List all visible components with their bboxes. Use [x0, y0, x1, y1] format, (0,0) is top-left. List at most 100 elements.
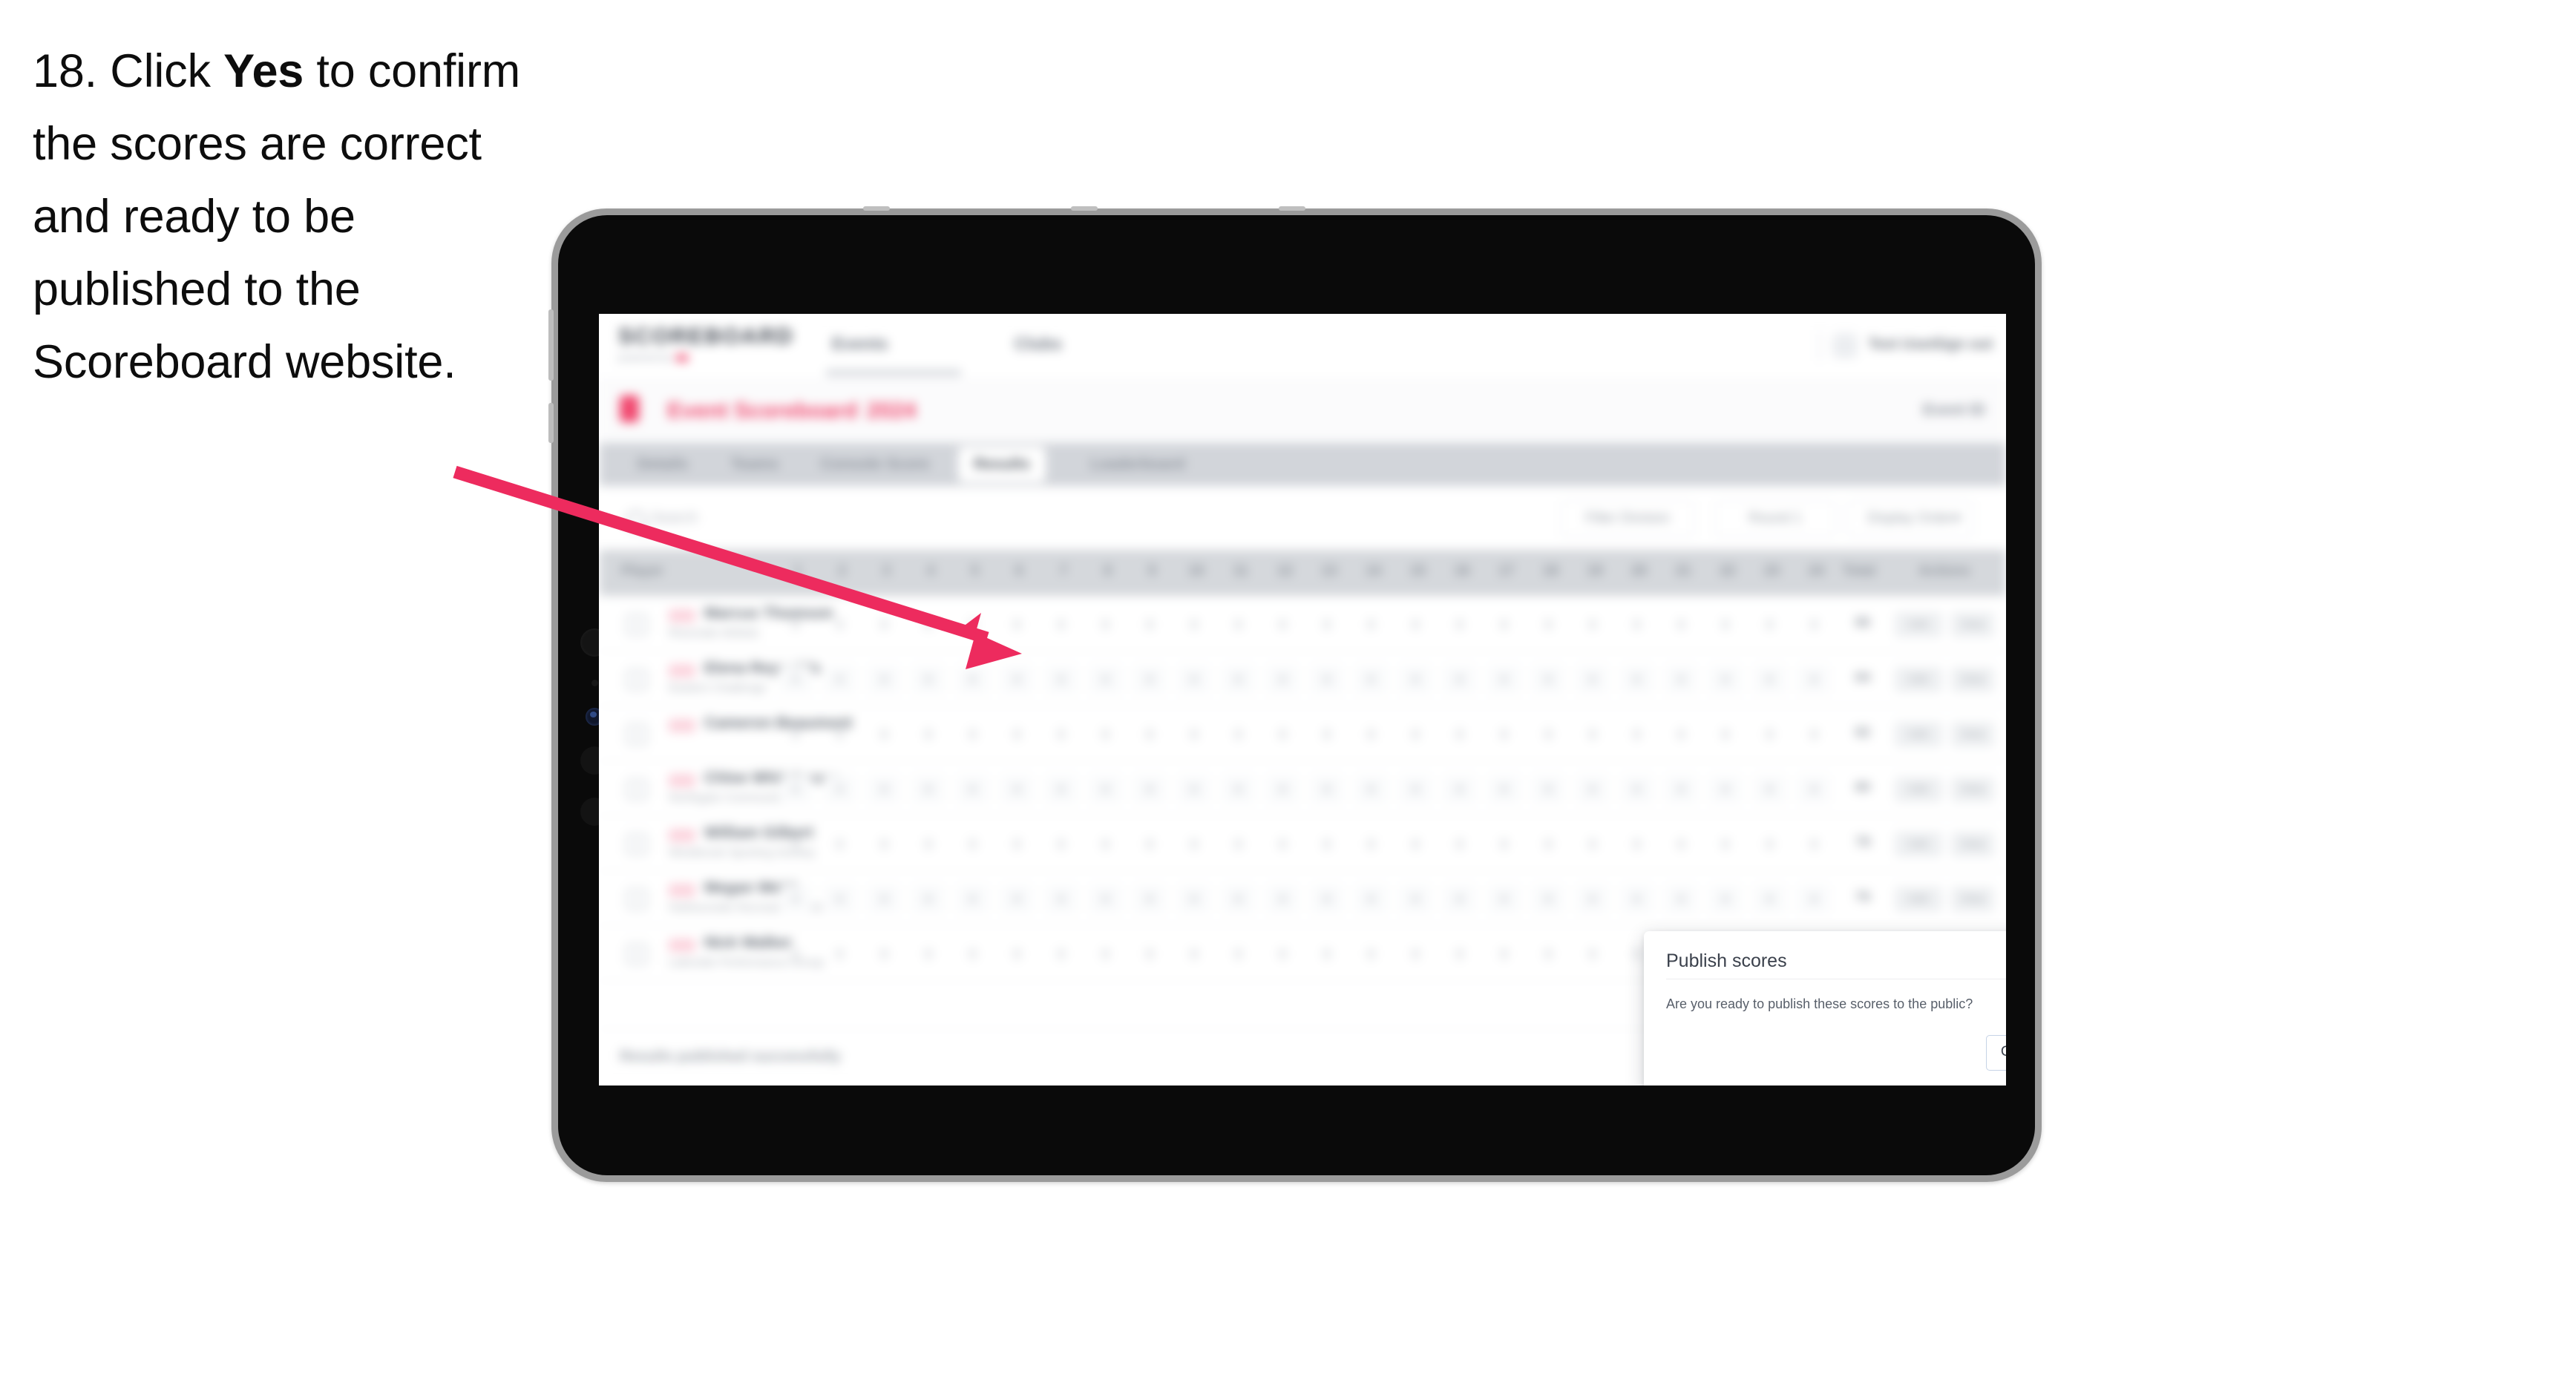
score-cell[interactable]: 0 [1665, 666, 1698, 694]
score-cell[interactable]: 0 [783, 615, 808, 634]
score-cell[interactable]: 0 [827, 725, 853, 744]
score-cell[interactable]: 0 [916, 945, 941, 964]
score-cell[interactable]: 0 [960, 835, 986, 854]
score-cell[interactable]: 0 [823, 775, 856, 804]
score-cell[interactable]: 0 [1182, 945, 1207, 964]
score-cell[interactable]: 0 [1576, 885, 1609, 913]
score-cell[interactable]: 0 [1182, 725, 1207, 744]
score-cell[interactable]: 0 [1226, 615, 1251, 634]
score-cell[interactable]: 0 [1311, 775, 1343, 804]
score-cell[interactable]: 0 [1532, 666, 1565, 694]
score-cell[interactable]: 0 [1270, 835, 1295, 854]
filter-round-select[interactable]: Round 1 [1715, 501, 1835, 536]
score-cell[interactable]: 0 [1447, 835, 1472, 854]
row-view-button[interactable]: View [1951, 667, 1994, 692]
score-cell[interactable]: 0 [1620, 775, 1654, 804]
score-cell[interactable]: 0 [1492, 615, 1517, 634]
score-cell[interactable]: 0 [1354, 666, 1388, 694]
score-cell[interactable]: 0 [1753, 666, 1786, 694]
score-cell[interactable]: 0 [1004, 615, 1029, 634]
score-cell[interactable]: 0 [912, 885, 945, 913]
score-cell[interactable]: 0 [1314, 945, 1340, 964]
score-cell[interactable]: 0 [1222, 775, 1255, 804]
score-cell[interactable]: 0 [1226, 725, 1251, 744]
score-cell[interactable]: 0 [1753, 885, 1786, 913]
score-cell[interactable]: 0 [1045, 885, 1078, 913]
row-edit-button[interactable]: Edit [1895, 722, 1942, 747]
score-cell[interactable]: 0 [1182, 835, 1207, 854]
score-cell[interactable]: 0 [1270, 725, 1295, 744]
score-cell[interactable]: 0 [779, 666, 812, 694]
score-cell[interactable]: 0 [1668, 725, 1694, 744]
score-cell[interactable]: 0 [912, 666, 945, 694]
score-cell[interactable]: 0 [956, 885, 989, 913]
score-cell[interactable]: 0 [1403, 835, 1428, 854]
score-cell[interactable]: 0 [1314, 615, 1340, 634]
score-cell[interactable]: 0 [1620, 666, 1654, 694]
row-checkbox[interactable] [626, 669, 648, 691]
table-row[interactable]: Elena Reynolds Eastern Challenge 0 0 0 0 0 0 0 0 0… [599, 651, 2006, 706]
score-cell[interactable]: 0 [1536, 835, 1561, 854]
score-cell[interactable]: 0 [1665, 885, 1698, 913]
score-cell[interactable]: 0 [1133, 885, 1167, 913]
score-cell[interactable]: 0 [1668, 835, 1694, 854]
score-cell[interactable]: 0 [1314, 835, 1340, 854]
row-edit-button[interactable]: Edit [1895, 777, 1942, 802]
score-cell[interactable]: 0 [1576, 775, 1609, 804]
score-cell[interactable]: 0 [827, 615, 853, 634]
score-cell[interactable]: 0 [1000, 666, 1034, 694]
score-cell[interactable]: 0 [1137, 615, 1162, 634]
score-cell[interactable]: 0 [1625, 835, 1650, 854]
score-cell[interactable]: 0 [1399, 885, 1432, 913]
score-cell[interactable]: 0 [960, 945, 986, 964]
score-cell[interactable]: 0 [1049, 945, 1074, 964]
score-cell[interactable]: 0 [1757, 615, 1783, 634]
score-cell[interactable]: 0 [1532, 885, 1565, 913]
row-view-button[interactable]: View [1951, 887, 1994, 912]
score-cell[interactable]: 0 [1222, 666, 1255, 694]
score-cell[interactable]: 0 [916, 835, 941, 854]
score-cell[interactable]: 0 [1668, 615, 1694, 634]
row-view-button[interactable]: View [1951, 722, 1994, 747]
table-row[interactable]: Chloe Whitehouse Northgate Community Club… [599, 761, 2006, 816]
score-cell[interactable]: 0 [1625, 725, 1650, 744]
score-cell[interactable]: 0 [868, 666, 901, 694]
score-cell[interactable]: 0 [1801, 615, 1826, 634]
table-row[interactable]: Cameron Beaumont 0 0 0 0 0 0 0 0 0 0 0 0 0 0 0 0 0 0 0 0 0 0 0 0… [599, 706, 2006, 761]
score-cell[interactable]: 0 [1399, 775, 1432, 804]
score-cell[interactable]: 0 [1000, 885, 1034, 913]
score-cell[interactable]: 0 [827, 945, 853, 964]
score-cell[interactable]: 0 [871, 615, 897, 634]
score-cell[interactable]: 0 [1443, 775, 1476, 804]
score-cell[interactable]: 0 [1709, 666, 1742, 694]
score-cell[interactable]: 0 [1359, 835, 1384, 854]
score-cell[interactable]: 0 [1354, 885, 1388, 913]
score-cell[interactable]: 0 [1403, 945, 1428, 964]
score-cell[interactable]: 0 [871, 835, 897, 854]
score-cell[interactable]: 0 [956, 666, 989, 694]
score-cell[interactable]: 0 [1089, 775, 1122, 804]
score-cell[interactable]: 0 [1004, 725, 1029, 744]
score-cell[interactable]: 0 [1359, 725, 1384, 744]
tab-console-score[interactable]: Console Score [810, 452, 940, 477]
row-view-button[interactable]: View [1951, 612, 1994, 637]
score-cell[interactable]: 0 [1801, 835, 1826, 854]
score-cell[interactable]: 0 [1757, 725, 1783, 744]
nav-item-events[interactable]: Events [832, 334, 888, 354]
score-cell[interactable]: 0 [1620, 885, 1654, 913]
row-edit-button[interactable]: Edit [1895, 612, 1942, 637]
score-cell[interactable]: 0 [1801, 725, 1826, 744]
score-cell[interactable]: 0 [1222, 885, 1255, 913]
score-cell[interactable]: 0 [960, 615, 986, 634]
brand-logo[interactable]: SCOREBOARD powered by [618, 324, 794, 363]
score-cell[interactable]: 0 [1399, 666, 1432, 694]
score-cell[interactable]: 0 [1580, 615, 1605, 634]
score-cell[interactable]: 0 [1226, 945, 1251, 964]
tab-results[interactable]: Results [958, 447, 1046, 482]
score-cell[interactable]: 0 [1049, 835, 1074, 854]
table-row[interactable]: Megan Webb Harbourside Recreation Club 0 0 0… [599, 870, 2006, 926]
score-cell[interactable]: 0 [960, 725, 986, 744]
row-checkbox[interactable] [626, 833, 648, 855]
tab-teams[interactable]: Teams [725, 452, 784, 477]
score-cell[interactable]: 0 [916, 615, 941, 634]
